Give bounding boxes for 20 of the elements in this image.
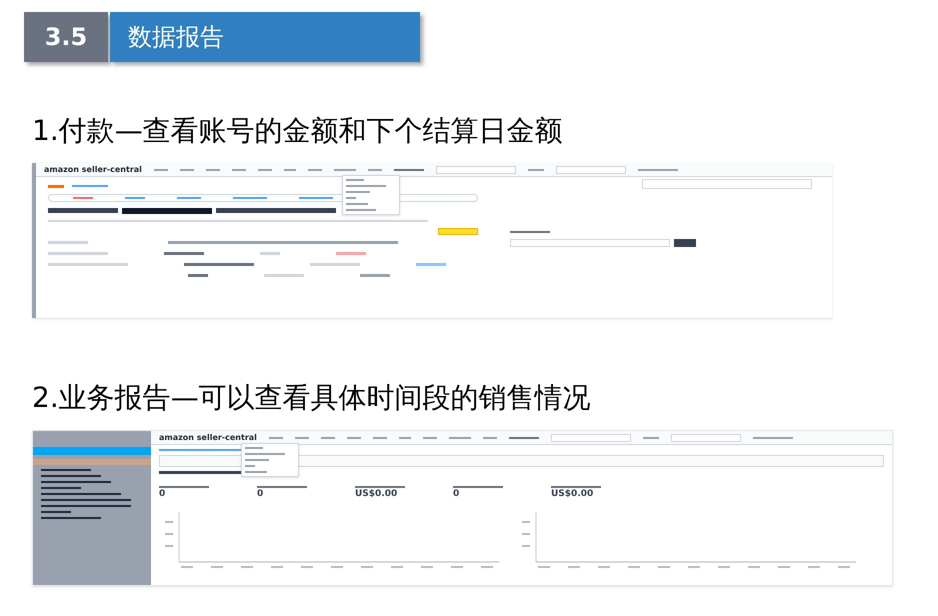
metric-value: US$0.00 [551, 490, 594, 499]
metric-value: 0 [159, 490, 166, 499]
section-title: 数据报告 [110, 12, 420, 62]
search-field[interactable] [670, 434, 741, 442]
section-number: 3.5 [24, 12, 108, 62]
section-heading: 1.付款—查看账号的金额和下个结算日金额 [32, 117, 564, 145]
search-field[interactable] [550, 434, 631, 442]
sidebar-item[interactable] [33, 447, 151, 455]
metric-value: 0 [453, 490, 460, 499]
search-field[interactable] [436, 166, 516, 174]
action-button[interactable] [438, 228, 478, 235]
dark-button[interactable] [674, 239, 696, 247]
metric-value: US$0.00 [355, 490, 398, 499]
logo: amazon seller-central [159, 434, 257, 442]
search-field[interactable] [556, 166, 626, 174]
section-heading: 2.业务报告—可以查看具体时间段的销售情况 [32, 384, 592, 412]
sidebar-item[interactable] [33, 459, 151, 465]
metric-value: 0 [257, 490, 264, 499]
input-field[interactable] [510, 239, 670, 247]
logo: amazon seller-central [44, 166, 142, 174]
